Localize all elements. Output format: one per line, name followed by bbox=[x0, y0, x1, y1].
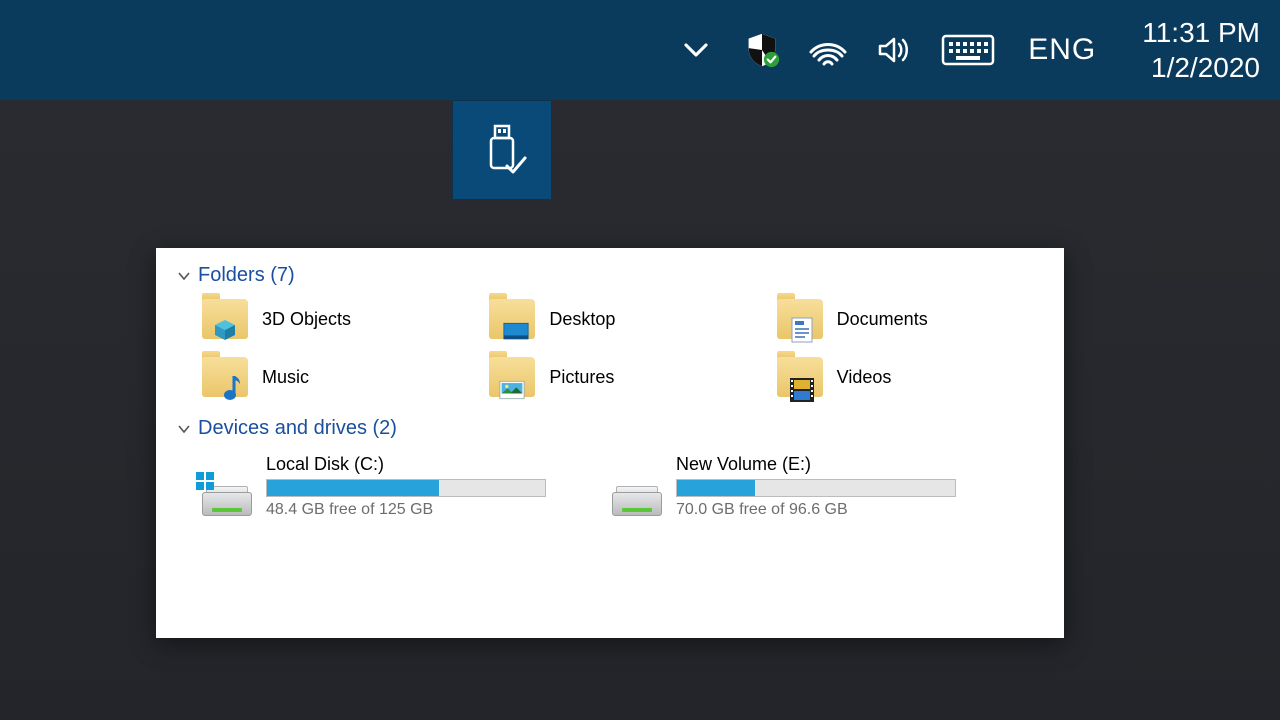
folder-label: Desktop bbox=[549, 309, 615, 330]
cube-icon bbox=[212, 318, 238, 342]
folder-videos[interactable]: Videos bbox=[777, 357, 1044, 397]
tray-overflow-button[interactable] bbox=[676, 30, 716, 70]
drive-usage-fill bbox=[677, 480, 755, 496]
wifi-button[interactable] bbox=[808, 30, 848, 70]
chevron-down-icon bbox=[681, 35, 711, 65]
shield-icon bbox=[743, 31, 781, 69]
filmstrip-icon bbox=[789, 377, 815, 403]
folder-music[interactable]: Music bbox=[202, 357, 469, 397]
clock-time: 11:31 PM bbox=[1142, 15, 1260, 50]
desktop-icon bbox=[503, 321, 529, 343]
document-icon bbox=[790, 317, 814, 343]
chevron-down-icon bbox=[176, 268, 192, 284]
volume-icon bbox=[874, 30, 914, 70]
folder-icon bbox=[489, 299, 535, 339]
drives-section-header[interactable]: Devices and drives (2) bbox=[176, 417, 1044, 440]
drive-new-volume-e[interactable]: New Volume (E:) 70.0 GB free of 96.6 GB bbox=[612, 454, 992, 519]
folder-label: Documents bbox=[837, 309, 928, 330]
folder-icon bbox=[202, 357, 248, 397]
folders-grid: 3D Objects Desktop bbox=[176, 293, 1044, 415]
drives-grid: Local Disk (C:) 48.4 GB free of 125 GB N… bbox=[176, 446, 1044, 519]
folders-section-title: Folders (7) bbox=[198, 264, 295, 287]
tray-items: ENG 11:31 PM 1/2/2020 bbox=[676, 15, 1260, 85]
language-indicator[interactable]: ENG bbox=[1022, 33, 1102, 67]
folder-label: 3D Objects bbox=[262, 309, 351, 330]
folder-label: Videos bbox=[837, 367, 892, 388]
folder-label: Music bbox=[262, 367, 309, 388]
drive-name: Local Disk (C:) bbox=[266, 454, 582, 475]
chevron-down-icon bbox=[176, 421, 192, 437]
drives-section-title: Devices and drives (2) bbox=[198, 417, 397, 440]
folder-icon bbox=[777, 299, 823, 339]
wifi-icon bbox=[808, 30, 848, 70]
drive-usage-fill bbox=[267, 480, 439, 496]
drive-local-disk-c[interactable]: Local Disk (C:) 48.4 GB free of 125 GB bbox=[202, 454, 582, 519]
folder-desktop[interactable]: Desktop bbox=[489, 299, 756, 339]
picture-icon bbox=[499, 379, 525, 401]
music-note-icon bbox=[220, 374, 242, 402]
folder-icon bbox=[202, 299, 248, 339]
folder-documents[interactable]: Documents bbox=[777, 299, 1044, 339]
keyboard-button[interactable] bbox=[940, 30, 996, 70]
volume-button[interactable] bbox=[874, 30, 914, 70]
folders-section-header[interactable]: Folders (7) bbox=[176, 264, 1044, 287]
keyboard-icon bbox=[941, 32, 995, 68]
drive-usage-bar bbox=[676, 479, 956, 497]
folder-icon bbox=[489, 357, 535, 397]
drive-info: New Volume (E:) 70.0 GB free of 96.6 GB bbox=[676, 454, 992, 519]
drive-info: Local Disk (C:) 48.4 GB free of 125 GB bbox=[266, 454, 582, 519]
file-explorer-window: Folders (7) 3D Objects bbox=[156, 248, 1064, 638]
drive-name: New Volume (E:) bbox=[676, 454, 992, 475]
folder-icon bbox=[777, 357, 823, 397]
windows-logo-icon bbox=[196, 472, 214, 490]
drive-icon bbox=[612, 476, 662, 516]
usb-eject-icon bbox=[477, 122, 527, 178]
folder-label: Pictures bbox=[549, 367, 614, 388]
windows-security-button[interactable] bbox=[742, 30, 782, 70]
clock-date: 1/2/2020 bbox=[1142, 50, 1260, 85]
drive-usage-bar bbox=[266, 479, 546, 497]
system-tray-bar: ENG 11:31 PM 1/2/2020 bbox=[0, 0, 1280, 100]
drive-free-text: 48.4 GB free of 125 GB bbox=[266, 501, 582, 519]
drive-icon bbox=[202, 476, 252, 516]
safely-remove-hardware-button[interactable] bbox=[452, 100, 552, 200]
drive-free-text: 70.0 GB free of 96.6 GB bbox=[676, 501, 992, 519]
folder-3d-objects[interactable]: 3D Objects bbox=[202, 299, 469, 339]
folder-pictures[interactable]: Pictures bbox=[489, 357, 756, 397]
clock-button[interactable]: 11:31 PM 1/2/2020 bbox=[1142, 15, 1260, 85]
